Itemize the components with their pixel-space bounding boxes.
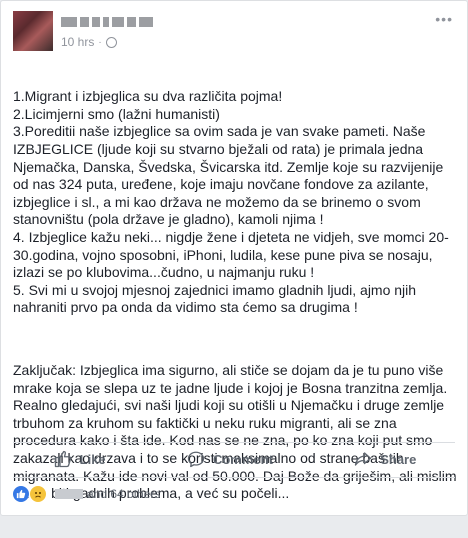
like-reaction-icon	[13, 486, 29, 502]
sad-reaction-icon	[29, 485, 47, 503]
reactor-names-blurred[interactable]	[55, 489, 83, 499]
share-icon	[355, 452, 372, 466]
post-actions: Like Comment Share	[13, 443, 457, 475]
share-button[interactable]: Share	[354, 450, 416, 468]
post-card: 10 hrs · ••• 1.Migrant i izbjeglica su d…	[0, 0, 468, 516]
thumbs-up-icon	[54, 450, 71, 468]
separator-dot: ·	[98, 36, 102, 48]
author-name-blurred[interactable]	[61, 15, 153, 29]
comment-icon	[187, 451, 205, 468]
like-label: Like	[79, 451, 106, 467]
like-button[interactable]: Like	[54, 450, 106, 468]
post-paragraph: Zaključak: Izbjeglica ima sigurno, ali s…	[13, 362, 461, 502]
post-paragraph: 1.Migrant i izbjeglica su dva različita …	[13, 88, 449, 316]
share-label: Share	[380, 451, 417, 467]
comment-label: Comment	[212, 451, 273, 467]
more-options-icon[interactable]: •••	[435, 11, 453, 27]
comment-button[interactable]: Comment	[187, 450, 273, 468]
reactions-count-text[interactable]: and 64 others	[87, 487, 160, 501]
post-header: 10 hrs · •••	[13, 11, 457, 51]
post-timestamp[interactable]: 10 hrs ·	[61, 35, 117, 49]
timestamp-text[interactable]: 10 hrs	[61, 35, 94, 49]
avatar[interactable]	[13, 11, 53, 51]
divider	[13, 477, 455, 478]
reactions-summary[interactable]: and 64 others	[13, 485, 160, 503]
globe-icon	[105, 36, 117, 48]
